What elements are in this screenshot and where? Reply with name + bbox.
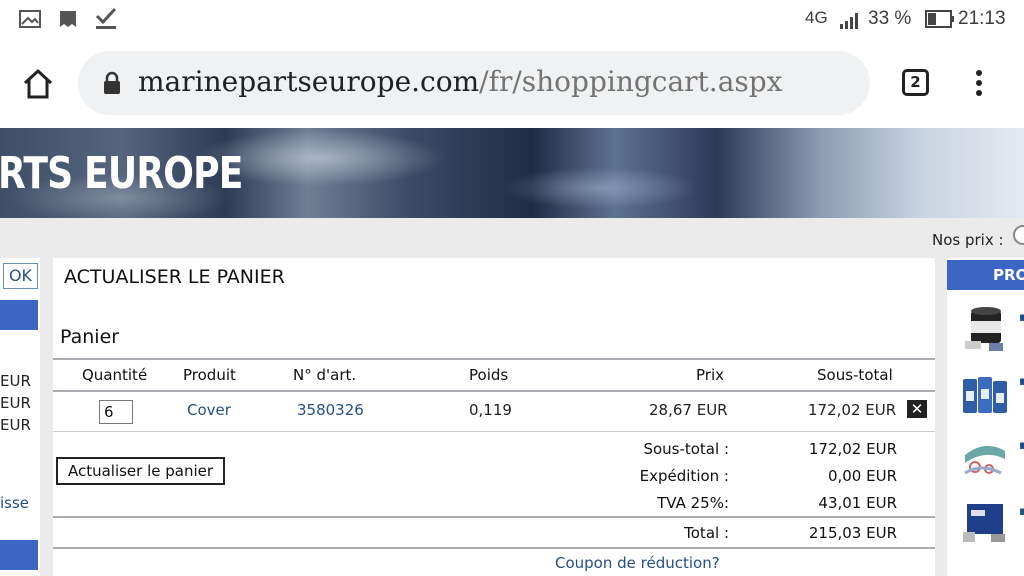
overflow-menu-icon[interactable] — [974, 68, 984, 100]
lock-icon — [104, 71, 120, 94]
network-type: 4G — [805, 8, 828, 27]
subtotal-label: Sous-total : — [643, 440, 729, 458]
battery-icon — [925, 10, 954, 28]
product-link-icon[interactable]: ▪ — [1019, 310, 1024, 325]
left-price-3: EUR — [0, 416, 31, 434]
product-thumbnail-gasket[interactable] — [961, 433, 1009, 483]
subtotal-value: 172,02 EUR — [808, 440, 897, 458]
col-weight: Poids — [469, 366, 509, 384]
download-done-icon — [95, 7, 117, 29]
url-bar[interactable]: marinepartseurope.com/fr/shoppingcart.as… — [78, 51, 870, 115]
ok-button[interactable]: OK — [3, 263, 38, 289]
product-link-icon[interactable]: ▪ — [1019, 504, 1024, 519]
coupon-link[interactable]: Coupon de réduction? — [555, 554, 720, 572]
quantity-input[interactable]: 6 — [99, 400, 133, 424]
product-link-icon[interactable]: ▪ — [1019, 374, 1024, 389]
left-sidebar: OK EUR EUR EUR isse — [0, 258, 40, 576]
total-value: 215,03 EUR — [808, 524, 897, 542]
product-link[interactable]: Cover — [187, 401, 231, 419]
status-bar: 4G 33 % 21:13 — [0, 0, 1024, 40]
col-article-no: N° d'art. — [293, 366, 357, 384]
url-domain: marinepartseurope.com — [138, 65, 480, 98]
left-price-1: EUR — [0, 372, 31, 390]
divider — [53, 358, 935, 360]
article-number-link[interactable]: 3580326 — [297, 401, 364, 419]
gallery-notification-icon — [19, 10, 41, 28]
promo-header: PRO — [947, 260, 1024, 290]
url-text: marinepartseurope.com/fr/shoppingcart.as… — [138, 65, 782, 98]
bookmark-notification-icon — [60, 11, 76, 27]
vat-value: 43,01 EUR — [818, 494, 897, 512]
clock: 21:13 — [958, 8, 1006, 29]
product-link-icon[interactable]: ▪ — [1019, 438, 1024, 453]
col-price: Prix — [696, 366, 724, 384]
col-product: Produit — [183, 366, 236, 384]
item-price: 28,67 EUR — [649, 401, 728, 419]
shipping-label: Expédition : — [639, 467, 729, 485]
site-logo-text: RTS EUROPE — [0, 148, 243, 199]
update-cart-button[interactable]: Actualiser le panier — [56, 457, 225, 485]
home-icon[interactable] — [22, 68, 54, 100]
divider — [53, 431, 935, 432]
product-thumbnail-kit-box[interactable] — [961, 496, 1009, 546]
left-sidebar-header — [0, 300, 38, 330]
url-path: /fr/shoppingcart.aspx — [479, 65, 783, 98]
product-thumbnail-oil-bottles[interactable] — [961, 369, 1009, 419]
remove-item-icon[interactable]: ✕ — [907, 400, 927, 418]
divider — [53, 547, 935, 549]
left-link[interactable]: isse — [0, 494, 29, 512]
battery-percent: 33 % — [868, 8, 912, 29]
total-label: Total : — [684, 524, 729, 542]
page-title: ACTUALISER LE PANIER — [64, 266, 285, 288]
divider — [53, 390, 935, 392]
site-banner[interactable]: RTS EUROPE — [0, 128, 1024, 218]
cart-panel: ACTUALISER LE PANIER Panier Quantité Pro… — [53, 258, 935, 576]
item-subtotal: 172,02 EUR — [808, 401, 897, 419]
vat-label: TVA 25%: — [657, 494, 729, 512]
item-weight: 0,119 — [469, 401, 512, 419]
col-quantity: Quantité — [82, 366, 148, 384]
price-mode-label: Nos prix : — [932, 231, 1004, 249]
tab-switcher-button[interactable]: 2 — [902, 69, 929, 96]
left-sidebar-header-2 — [0, 540, 38, 570]
col-subtotal: Sous-total — [817, 366, 893, 384]
cart-title: Panier — [60, 326, 120, 348]
product-thumbnail-paint-can[interactable] — [961, 305, 1009, 355]
shipping-value: 0,00 EUR — [827, 467, 897, 485]
price-mode-radio[interactable] — [1013, 225, 1024, 245]
divider — [53, 516, 935, 518]
left-price-2: EUR — [0, 394, 31, 412]
signal-icon — [840, 13, 858, 29]
right-sidebar: PRO ▪ ▪ ▪ ▪ — [947, 258, 1024, 576]
page-content: Nos prix : OK EUR EUR EUR isse ACTUALISE… — [0, 218, 1024, 576]
browser-toolbar: marinepartseurope.com/fr/shoppingcart.as… — [0, 40, 1024, 128]
